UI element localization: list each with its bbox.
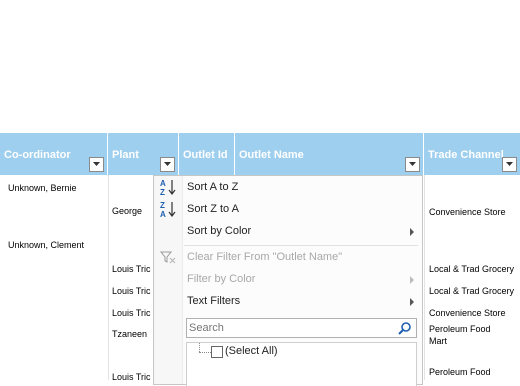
dropdown-arrow-icon	[93, 162, 100, 166]
grid-line	[424, 175, 425, 380]
table-cell[interactable]: Louis Tric	[112, 264, 151, 275]
table-cell[interactable]: Local & Trad Grocery	[429, 264, 514, 275]
table-cell[interactable]: Peroleum Food	[429, 367, 491, 378]
table-cell[interactable]: Tzaneen	[112, 329, 147, 340]
clear-filter-item[interactable]: Clear Filter From "Outlet Name"	[154, 246, 422, 268]
svg-text:A: A	[160, 179, 166, 188]
filter-dropdown-button[interactable]	[89, 157, 104, 172]
autofilter-menu: A Z Sort A to Z Z A Sort Z to A Sort by …	[153, 175, 423, 386]
sort-descending-icon: Z A	[158, 200, 178, 219]
table-cell[interactable]: Local & Trad Grocery	[429, 286, 514, 297]
dropdown-arrow-icon	[164, 162, 171, 166]
column-header-trade-channel[interactable]: Trade Channel	[424, 133, 520, 175]
blank-area	[0, 0, 520, 133]
table-cell[interactable]: Louis Tric	[112, 308, 151, 319]
table-cell[interactable]: Convenience Store	[429, 207, 506, 218]
menu-item-label: Sort A to Z	[187, 181, 239, 193]
column-header-outlet-name[interactable]: Outlet Name	[235, 133, 424, 175]
sort-ascending-icon: A Z	[158, 178, 178, 197]
column-header-label: Outlet Name	[239, 149, 304, 161]
submenu-arrow-icon	[410, 298, 414, 306]
dropdown-arrow-icon	[409, 162, 416, 166]
table-cell[interactable]: Louis Tric	[112, 372, 151, 383]
submenu-arrow-icon	[410, 228, 414, 236]
column-header-outlet-id[interactable]: Outlet Id	[179, 133, 235, 175]
menu-item-label: Filter by Color	[187, 273, 256, 285]
search-icon	[398, 321, 412, 340]
menu-item-label: Sort Z to A	[187, 203, 239, 215]
filter-by-color-item[interactable]: Filter by Color	[154, 268, 422, 290]
sort-a-to-z-item[interactable]: A Z Sort A to Z	[154, 176, 422, 198]
table-cell[interactable]: Mart	[429, 336, 447, 347]
tree-line	[199, 343, 200, 352]
filter-dropdown-button[interactable]	[502, 157, 517, 172]
dropdown-arrow-icon	[506, 162, 513, 166]
select-all-checkbox[interactable]	[211, 346, 223, 358]
svg-text:A: A	[160, 210, 166, 218]
header-row: Co-ordinator Plant Outlet Id Outlet Name…	[0, 133, 520, 175]
table-cell[interactable]: Unknown, Clement	[8, 240, 84, 251]
column-header-label: Plant	[112, 149, 139, 161]
text-filters-item[interactable]: Text Filters	[154, 290, 422, 312]
svg-text:Z: Z	[160, 201, 165, 210]
sort-z-to-a-item[interactable]: Z A Sort Z to A	[154, 198, 422, 220]
menu-item-label: Text Filters	[187, 295, 241, 307]
table-cell[interactable]: Unknown, Bernie	[8, 183, 77, 194]
filter-dropdown-button[interactable]	[405, 157, 420, 172]
column-header-label: Co-ordinator	[4, 149, 71, 161]
table-cell[interactable]: Louis Tric	[112, 286, 151, 297]
table-cell[interactable]: Peroleum Food	[429, 324, 491, 335]
grid-line	[108, 175, 109, 380]
tree-line	[199, 352, 211, 353]
svg-text:Z: Z	[160, 188, 165, 196]
column-header-plant[interactable]: Plant	[108, 133, 179, 175]
sort-by-color-item[interactable]: Sort by Color	[154, 220, 422, 242]
clear-filter-icon	[158, 248, 178, 266]
filter-dropdown-button[interactable]	[160, 157, 175, 172]
select-all-label[interactable]: (Select All)	[225, 345, 278, 357]
table-cell[interactable]: George	[112, 206, 142, 217]
column-header-coordinator[interactable]: Co-ordinator	[0, 133, 108, 175]
menu-item-label: Clear Filter From "Outlet Name"	[187, 251, 343, 263]
filter-values-list: (Select All)	[186, 342, 417, 386]
column-header-label: Outlet Id	[183, 149, 228, 161]
table-cell[interactable]: Convenience Store	[429, 308, 506, 319]
search-input[interactable]	[189, 320, 389, 336]
submenu-arrow-icon	[410, 276, 414, 284]
filter-search-box[interactable]	[186, 318, 417, 338]
menu-item-label: Sort by Color	[187, 225, 252, 237]
column-header-label: Trade Channel	[428, 149, 504, 161]
